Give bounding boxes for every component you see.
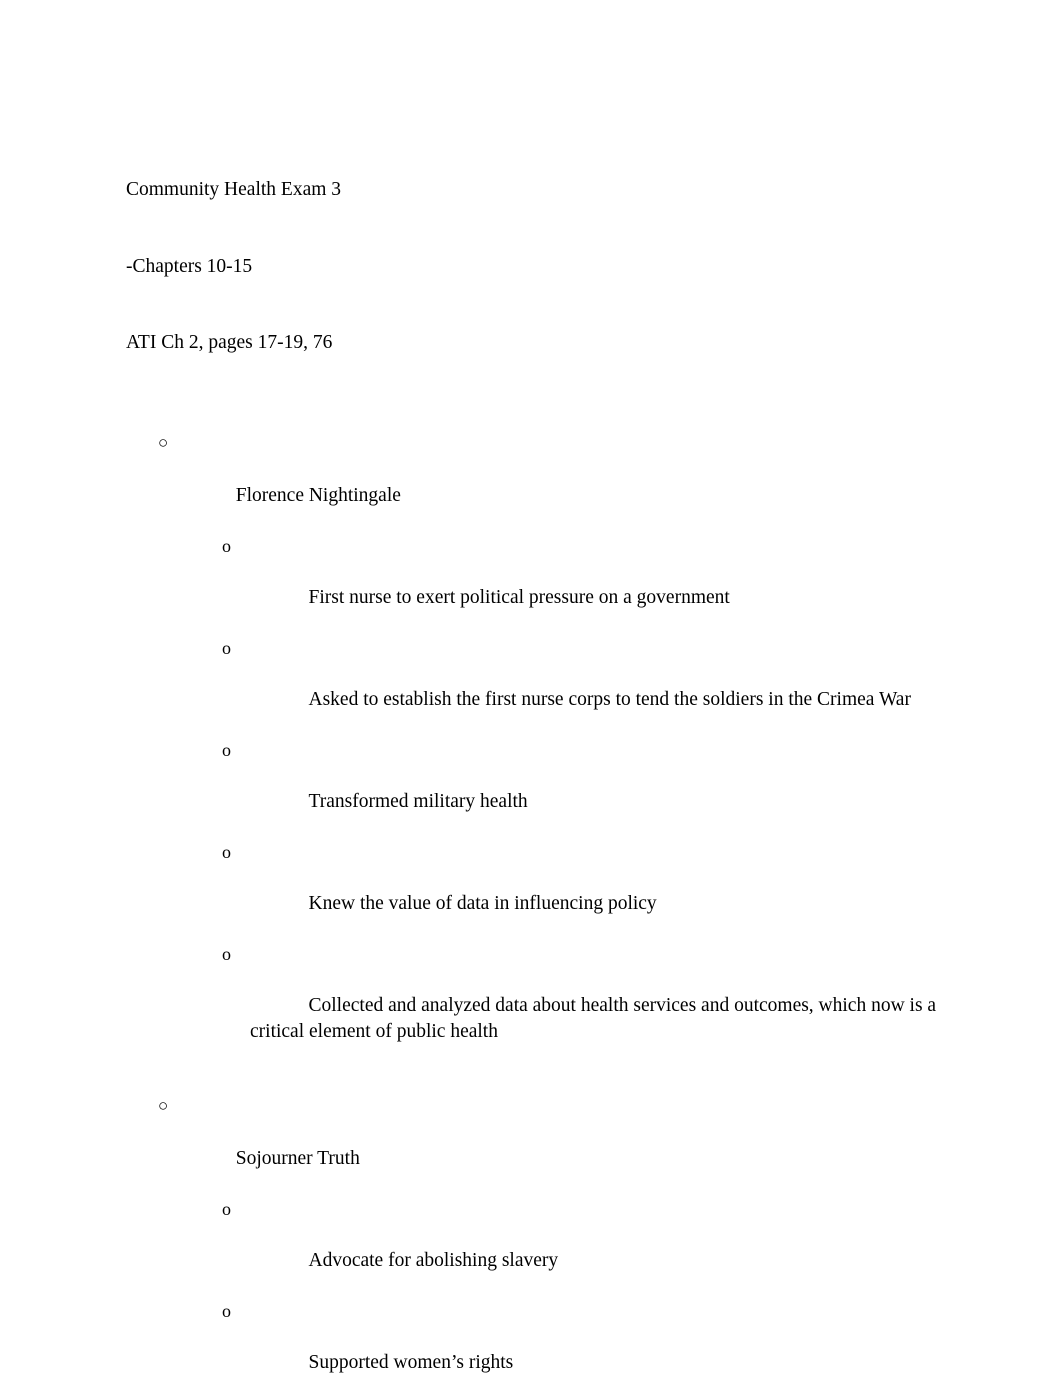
o-bullet-icon: o <box>222 1301 231 1321</box>
list-item: o Knew the value of data in influencing … <box>126 840 938 942</box>
o-bullet-icon: o <box>222 1199 231 1219</box>
o-bullet-icon: o <box>222 638 231 658</box>
list-item: o Asked to establish the first nurse cor… <box>126 636 938 738</box>
ring-bullet-icon: ○ <box>158 435 169 454</box>
outline-group-heading: ○ Florence Nightingale <box>126 432 938 534</box>
list-item: o First nurse to exert political pressur… <box>126 534 938 636</box>
header-line-ati-reference: ATI Ch 2, pages 17-19, 76 <box>126 332 333 353</box>
header-line-title: Community Health Exam 3 <box>126 179 342 200</box>
outline-sublist: o First nurse to exert political pressur… <box>126 534 938 1070</box>
outline-group-title: Florence Nightingale <box>235 485 401 506</box>
list-item-text: Asked to establish the first nurse corps… <box>308 689 911 710</box>
list-item-text: Advocate for abolishing slavery <box>308 1250 559 1271</box>
list-item: o Transformed military health <box>126 738 938 840</box>
outline-group-heading: ○ Sojourner Truth <box>126 1095 938 1197</box>
list-item-text: Collected and analyzed data about health… <box>250 995 941 1042</box>
outline-group: ○ Sojourner Truth o Advocate for abolish… <box>126 1095 938 1377</box>
ring-bullet-icon: ○ <box>158 1098 169 1117</box>
list-item-text: Transformed military health <box>308 791 528 812</box>
list-item-text: First nurse to exert political pressure … <box>308 587 730 608</box>
document-page: Community Health Exam 3 -Chapters 10-15 … <box>0 0 1062 1377</box>
list-item: o Supported women’s rights <box>126 1299 938 1377</box>
outline-list: ○ Florence Nightingale o First nurse to … <box>126 432 938 1377</box>
document-header: Community Health Exam 3 -Chapters 10-15 … <box>126 126 938 407</box>
list-item-text: Knew the value of data in influencing po… <box>308 893 657 914</box>
outline-sublist: o Advocate for abolishing slavery o Supp… <box>126 1197 938 1377</box>
o-bullet-icon: o <box>222 842 231 862</box>
o-bullet-icon: o <box>222 740 231 760</box>
o-bullet-icon: o <box>222 536 231 556</box>
list-item-text: Supported women’s rights <box>308 1352 514 1373</box>
outline-group-title: Sojourner Truth <box>235 1148 360 1169</box>
o-bullet-icon: o <box>222 944 231 964</box>
header-line-chapters: -Chapters 10-15 <box>126 255 253 277</box>
outline-group: ○ Florence Nightingale o First nurse to … <box>126 432 938 1070</box>
list-item: o Collected and analyzed data about heal… <box>126 942 938 1070</box>
document-content: Community Health Exam 3 -Chapters 10-15 … <box>126 126 938 1377</box>
list-item: o Advocate for abolishing slavery <box>126 1197 938 1299</box>
